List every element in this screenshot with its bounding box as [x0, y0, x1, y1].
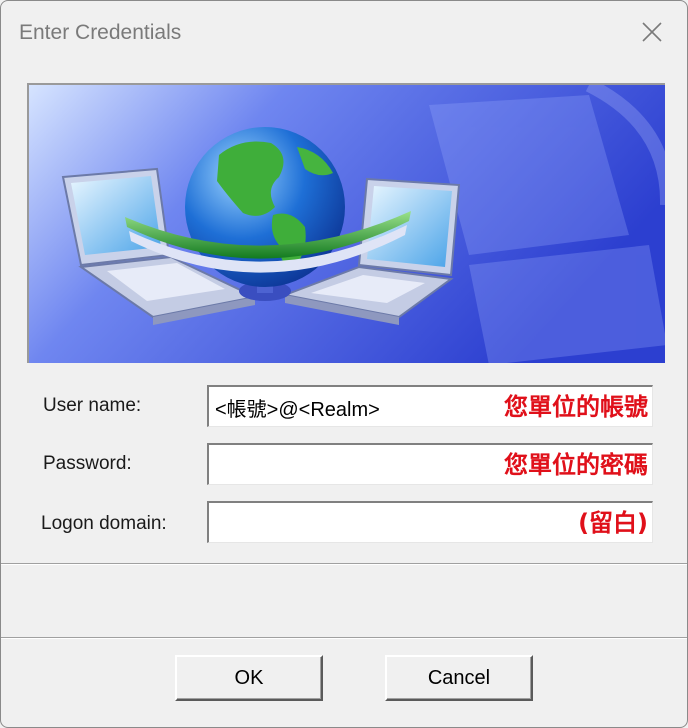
password-label: Password: [43, 453, 132, 474]
logon-domain-label: Logon domain: [41, 513, 167, 534]
network-banner-image [27, 83, 665, 363]
cancel-button[interactable]: Cancel [385, 655, 533, 701]
user-name-hint: 您單位的帳號 [504, 393, 648, 421]
close-icon [642, 22, 662, 42]
title-bar: Enter Credentials [1, 1, 687, 63]
logon-domain-input[interactable] [215, 507, 465, 539]
logon-domain-field[interactable]: (留白) [207, 501, 653, 543]
dialog-title: Enter Credentials [19, 21, 182, 44]
close-button[interactable] [629, 11, 675, 53]
network-globe-illustration [29, 85, 665, 363]
password-field[interactable]: 您單位的密碼 [207, 443, 653, 485]
user-name-label: User name: [43, 395, 142, 416]
credentials-dialog: Enter Credentials User name: <帳號>@<Realm… [0, 0, 688, 728]
user-name-input[interactable] [215, 391, 465, 423]
password-hint: 您單位的密碼 [504, 451, 648, 479]
separator-bottom [1, 637, 687, 639]
logon-domain-hint: (留白) [578, 509, 648, 537]
password-input[interactable] [215, 449, 465, 481]
user-name-field[interactable]: 您單位的帳號 [207, 385, 653, 427]
separator-top [1, 563, 687, 565]
ok-button[interactable]: OK [175, 655, 323, 701]
